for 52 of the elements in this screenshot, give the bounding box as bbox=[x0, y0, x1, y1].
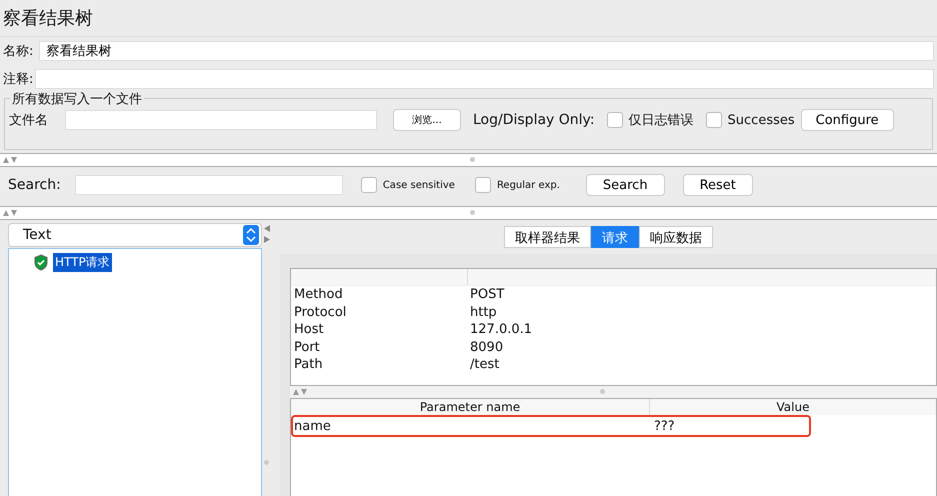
comment-field[interactable] bbox=[35, 69, 934, 89]
table-cell: POST bbox=[470, 287, 504, 302]
reset-button[interactable]: Reset bbox=[682, 174, 753, 196]
shield-check-icon bbox=[33, 254, 49, 271]
split-handle-icon[interactable] bbox=[470, 157, 475, 162]
split-arrows-icon[interactable] bbox=[264, 225, 270, 243]
table-cell: 127.0.0.1 bbox=[470, 322, 532, 338]
comment-label: 注释: bbox=[3, 71, 34, 88]
group-title: 所有数据写入一个文件 bbox=[10, 90, 144, 108]
renderer-dropdown[interactable]: Text bbox=[8, 223, 262, 247]
table-cell: 8090 bbox=[470, 340, 504, 355]
checkbox[interactable] bbox=[474, 177, 491, 193]
column-header: Parameter name bbox=[291, 399, 650, 415]
column-header: Value bbox=[776, 399, 810, 415]
split-handle-icon[interactable] bbox=[470, 210, 475, 215]
log-display-label: Log/Display Only: bbox=[473, 112, 595, 128]
table-cell-text: name bbox=[293, 418, 332, 434]
filename-label: 文件名 bbox=[9, 112, 49, 129]
search-button[interactable]: Search bbox=[586, 174, 665, 196]
checkbox-label: Successes bbox=[728, 112, 795, 128]
tree-item[interactable]: HTTP请求 bbox=[53, 253, 112, 272]
table-cell: /test bbox=[470, 357, 500, 372]
table-cell-text: Method bbox=[293, 287, 344, 302]
dropdown-arrows-icon bbox=[243, 225, 259, 245]
table-cell-text: Path bbox=[293, 357, 324, 372]
tab[interactable]: 取样器结果 bbox=[504, 226, 591, 248]
split-handle-icon[interactable] bbox=[600, 389, 605, 394]
collapse-arrows-icon[interactable] bbox=[3, 157, 17, 163]
browse-button[interactable]: 浏览... bbox=[393, 109, 461, 131]
configure-button[interactable]: Configure bbox=[800, 109, 894, 131]
search-label: Search: bbox=[8, 177, 61, 193]
table-cell-text: Protocol bbox=[293, 304, 348, 320]
name-field[interactable]: 察看结果树 bbox=[39, 41, 934, 61]
table-cell: http bbox=[470, 304, 497, 320]
split-handle-icon[interactable] bbox=[264, 460, 269, 465]
checkbox[interactable] bbox=[360, 177, 377, 193]
tab[interactable]: 响应数据 bbox=[639, 226, 713, 248]
filename-field[interactable] bbox=[65, 110, 377, 130]
table-cell-text: Port bbox=[293, 340, 321, 355]
table-cell: ??? bbox=[654, 418, 675, 434]
collapse-arrows-icon[interactable] bbox=[293, 389, 307, 395]
search-field[interactable] bbox=[74, 175, 343, 195]
collapse-arrows-icon[interactable] bbox=[3, 210, 17, 216]
tab[interactable]: 请求 bbox=[591, 226, 639, 248]
checkbox-label: Regular exp. bbox=[496, 180, 560, 190]
checkbox[interactable] bbox=[706, 112, 722, 128]
checkbox[interactable] bbox=[606, 112, 623, 128]
table-cell-text: Host bbox=[293, 322, 325, 338]
window-title: 察看结果树 bbox=[0, 0, 937, 37]
checkbox-label: Case sensitive bbox=[382, 180, 455, 190]
name-label: 名称: bbox=[3, 43, 34, 60]
checkbox-label: 仅日志错误 bbox=[628, 112, 694, 129]
